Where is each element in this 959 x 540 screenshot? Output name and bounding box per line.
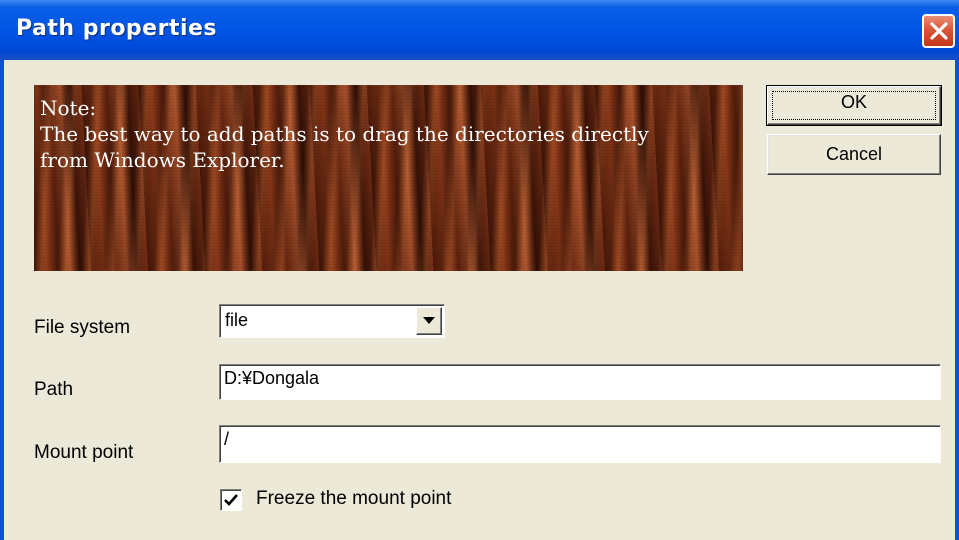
path-label: Path: [34, 379, 74, 400]
close-button[interactable]: [922, 14, 955, 48]
mount-point-input[interactable]: /: [219, 425, 941, 463]
note-banner: Note: The best way to add paths is to dr…: [34, 85, 743, 271]
window-frame-left: [0, 60, 4, 540]
note-line-2: from Windows Explorer.: [40, 148, 285, 172]
file-system-select[interactable]: file: [219, 304, 445, 338]
mount-point-label: Mount point: [34, 442, 134, 463]
ok-button[interactable]: OK: [766, 85, 942, 126]
cancel-button[interactable]: Cancel: [767, 134, 941, 175]
note-heading: Note:: [40, 96, 97, 120]
file-system-label: File system: [34, 317, 131, 338]
checkmark-icon: [224, 494, 238, 506]
cancel-button-label: Cancel: [825, 144, 883, 164]
chevron-down-icon: [423, 317, 435, 324]
note-line-1: The best way to add paths is to drag the…: [40, 122, 649, 146]
freeze-mount-point-label[interactable]: Freeze the mount point: [256, 488, 451, 510]
file-system-value: file: [225, 310, 249, 330]
ok-button-label: OK: [840, 92, 867, 112]
title-bar[interactable]: Path properties: [0, 0, 959, 60]
dropdown-button[interactable]: [416, 307, 442, 335]
freeze-mount-point-checkbox[interactable]: [220, 489, 242, 511]
note-text: Note: The best way to add paths is to dr…: [40, 95, 649, 173]
close-icon: [930, 22, 948, 40]
window-frame-right: [955, 60, 959, 540]
path-input[interactable]: D:¥Dongala: [219, 364, 941, 400]
window-title: Path properties: [16, 16, 218, 41]
